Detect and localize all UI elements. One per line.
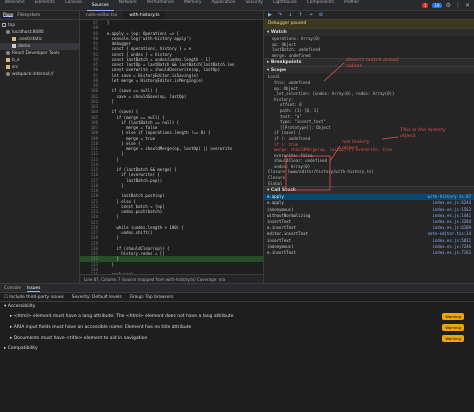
editor-status-bar: Line 87, Column 7 (source mapped from wi… — [80, 274, 263, 283]
warning-count-badge[interactable]: 19 — [432, 3, 442, 8]
folder-icon — [6, 57, 10, 62]
topbar-right: 1 19 ⚙ ⋮ ✕ — [421, 2, 470, 9]
tree-node-b-e[interactable]: b_e — [0, 57, 79, 64]
issue-row[interactable]: ▸ Documents must have <title> element to… — [0, 333, 474, 344]
group-dropdown[interactable]: Group: Top browsers — [130, 295, 174, 300]
issue-row[interactable]: ▸ <html> element must have a lang attrib… — [0, 311, 474, 322]
drawer-tabs: Console Issues — [0, 284, 474, 293]
devtools-tab-performance[interactable]: Performance — [142, 0, 179, 11]
tree-node-localhost[interactable]: localhost:8080 — [0, 29, 79, 36]
line-text: } — [102, 214, 119, 220]
devtools-tab-bar: Welcome Elements Console Sources Network Perf… — [0, 0, 474, 11]
devtools-tab-application[interactable]: Application — [206, 0, 240, 11]
devtools-tab-welcome[interactable]: Welcome — [0, 0, 30, 11]
cloud-icon — [6, 50, 10, 55]
settings-icon[interactable]: ⚙ — [446, 2, 451, 9]
devtools-tab-console[interactable]: Console — [60, 0, 87, 11]
line-text: } — [102, 156, 119, 162]
issue-group-compatibility[interactable]: ▸ Compatibility — [0, 344, 474, 353]
tab-filesystem[interactable]: Filesystem — [17, 13, 40, 18]
file-tabs: note-editor.tsx with-history.ts — [80, 11, 263, 20]
tree-node-demo[interactable]: demo — [0, 43, 79, 50]
file-icon — [12, 43, 16, 48]
annotation-strokes — [285, 62, 399, 191]
devtools-tab-profiler[interactable]: Profiler — [339, 0, 364, 11]
line-text: let merge = HistoryEditor.isMerging(e) — [102, 77, 204, 83]
cloud-icon — [6, 71, 10, 76]
code-area[interactable]: 87 } 88 89 e.apply = (op: Operation) => {9… — [80, 20, 263, 274]
more-menu-icon[interactable]: ⋮ — [455, 2, 461, 9]
tree-node-react-devtools[interactable]: React Developer Tools — [0, 50, 79, 57]
navigator-tabs: Page Filesystem — [0, 11, 79, 20]
issue-row[interactable]: ▸ ARIA input fields must have an accessi… — [0, 322, 474, 333]
close-icon[interactable]: ✕ — [465, 2, 470, 9]
warning-badge: Warning — [442, 324, 464, 331]
bottom-drawer: Console Issues ☐ Include third-party iss… — [0, 283, 474, 412]
severity-dropdown[interactable]: Severity: Default levels — [72, 295, 122, 300]
cloud-icon — [6, 29, 10, 34]
code-editor-pane: note-editor.tsx with-history.ts 87 } 88 89… — [80, 11, 263, 283]
folder-icon — [6, 64, 10, 69]
tree-node-top[interactable]: top — [0, 22, 79, 29]
line-text: save = shouldSave(op, lastOp) — [102, 93, 187, 99]
tab-page[interactable]: Page — [3, 13, 14, 18]
tree-node-webpack-internal[interactable]: webpack-internal:// — [0, 71, 79, 78]
drawer-tab-console[interactable]: Console — [4, 284, 21, 292]
file-tree: top localhost:8080 .next/static demo Rea… — [0, 20, 79, 80]
tree-node-src[interactable]: src — [0, 64, 79, 71]
line-text: } — [102, 235, 119, 241]
sources-navigator: Page Filesystem top localhost:8080 .next… — [0, 11, 80, 283]
debugger-sidebar: ▶ ↷ ↓ ↑ → ⊘ Debugger paused ▾ Watch oper… — [263, 11, 474, 283]
line-text: } — [102, 20, 110, 25]
file-tab-note-editor[interactable]: note-editor.tsx — [80, 11, 123, 19]
line-text: } — [102, 182, 124, 188]
issue-group-accessibility[interactable]: ▾ Accessibility — [0, 302, 474, 311]
third-party-checkbox[interactable]: ☐ Include third-party issues — [4, 295, 64, 300]
devtools-tab-sources[interactable]: Sources — [86, 0, 114, 11]
devtools-tab-components[interactable]: Components — [302, 0, 339, 11]
issues-toolbar: ☐ Include third-party issues Severity: D… — [0, 293, 474, 302]
warning-badge: Warning — [442, 335, 464, 342]
warning-badge: Warning — [442, 313, 464, 320]
devtools-tab-lighthouse[interactable]: Lighthouse — [268, 0, 302, 11]
folder-icon — [12, 36, 16, 41]
line-text: } — [102, 98, 115, 104]
drawer-tab-issues[interactable]: Issues — [27, 284, 41, 292]
devtools-tab-elements[interactable]: Elements — [30, 0, 60, 11]
devtools-tabs: Welcome Elements Console Sources Network Perf… — [0, 0, 364, 11]
tree-node-next-static[interactable]: .next/static — [0, 36, 79, 43]
devtools-tab-memory[interactable]: Memory — [179, 0, 206, 11]
file-tab-with-history[interactable]: with-history.ts — [123, 11, 166, 19]
line-text: } — [102, 261, 115, 267]
error-count-badge[interactable]: 1 — [421, 3, 429, 8]
folder-icon — [2, 22, 6, 27]
devtools-tab-security[interactable]: Security — [240, 0, 268, 11]
devtools-tab-network[interactable]: Network — [114, 0, 142, 11]
